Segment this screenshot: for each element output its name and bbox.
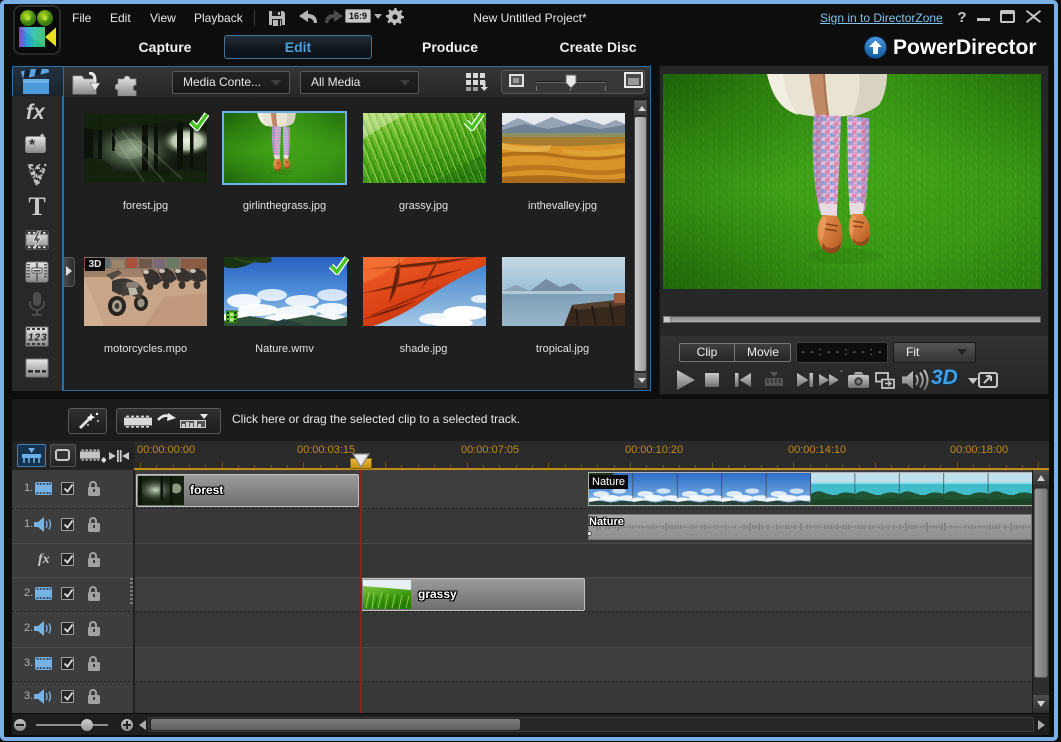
svg-text:*: * <box>29 137 36 154</box>
svg-text:123: 123 <box>28 333 48 344</box>
svg-text:fx: fx <box>26 101 46 123</box>
svg-text:*: * <box>40 133 45 144</box>
